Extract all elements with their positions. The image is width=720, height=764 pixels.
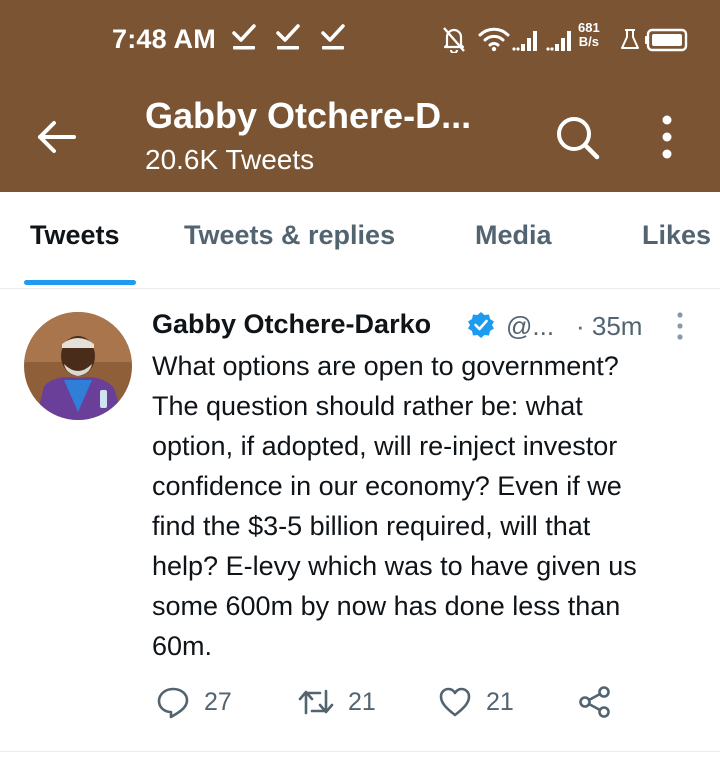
verified-badge-icon — [468, 312, 494, 338]
like-count: 21 — [486, 687, 514, 716]
profile-header-bar: 7:48 AM 681 B/s Gabby Otchere-D... 20.6K… — [0, 0, 720, 192]
share-icon — [579, 686, 610, 718]
check-icon — [276, 24, 300, 50]
reply-button[interactable]: 27 — [156, 684, 232, 720]
active-tab-indicator — [24, 280, 136, 285]
share-button[interactable] — [578, 684, 612, 720]
check-icon — [232, 24, 256, 50]
network-speed: 681 B/s — [578, 20, 600, 49]
tweet-timestamp[interactable]: · 35m — [576, 311, 642, 342]
profile-name-title: Gabby Otchere-D... — [145, 95, 472, 136]
heart-icon — [439, 687, 471, 717]
more-options-icon[interactable] — [650, 112, 684, 162]
tab-likes[interactable]: Likes — [642, 220, 711, 251]
flask-icon — [621, 29, 639, 49]
battery-icon — [645, 28, 688, 52]
reply-icon — [157, 687, 189, 719]
search-icon[interactable] — [552, 112, 602, 162]
retweet-icon — [298, 689, 334, 715]
signal-icon — [546, 31, 571, 51]
tweet-author-name[interactable]: Gabby Otchere-Darko — [152, 309, 431, 340]
back-arrow-icon[interactable] — [34, 114, 80, 160]
avatar[interactable] — [24, 312, 132, 420]
tab-media[interactable]: Media — [475, 220, 552, 251]
tweet-count: 20.6K Tweets — [145, 144, 315, 175]
signal-icon — [512, 31, 537, 51]
tab-tweets-and-replies[interactable]: Tweets & replies — [184, 220, 395, 251]
tweet-author-handle[interactable]: @... — [506, 311, 554, 342]
like-button[interactable]: 21 — [438, 684, 514, 720]
tweet-text: What options are open to government? The… — [152, 351, 637, 661]
status-time: 7:48 AM — [112, 24, 216, 54]
tweet-options-icon[interactable] — [672, 310, 688, 342]
retweet-button[interactable]: 21 — [298, 684, 376, 720]
check-icon — [321, 24, 345, 50]
notifications-off-icon — [443, 27, 465, 53]
wifi-icon — [478, 27, 510, 52]
profile-tabs: Tweets Tweets & replies Media Likes — [0, 192, 720, 289]
retweet-count: 21 — [348, 687, 376, 716]
tab-tweets[interactable]: Tweets — [30, 220, 120, 251]
reply-count: 27 — [204, 687, 232, 716]
tweet-divider — [0, 751, 720, 752]
